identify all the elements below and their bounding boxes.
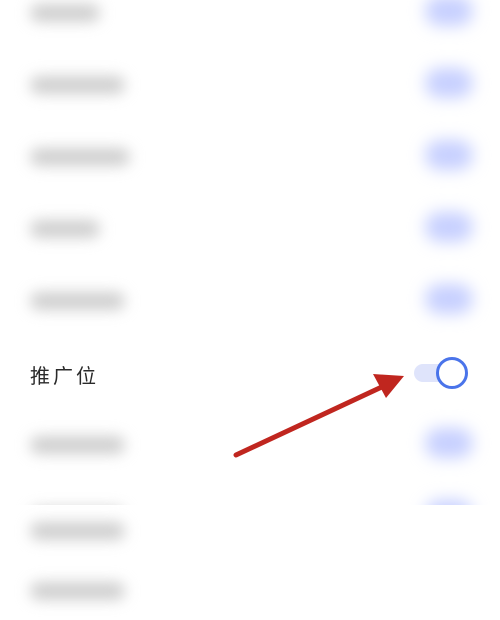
blurred-toggle (425, 68, 473, 98)
blurred-label (30, 4, 100, 22)
blurred-label (30, 522, 125, 540)
blurred-row (0, 560, 500, 620)
blurred-row (0, 198, 500, 258)
blurred-toggle (425, 140, 473, 170)
blurred-toggle (425, 212, 473, 242)
blurred-label (30, 582, 125, 600)
blurred-row (0, 126, 500, 186)
promotion-slot-toggle[interactable] (412, 355, 470, 391)
blurred-toggle (425, 284, 473, 314)
blurred-label (30, 292, 125, 310)
setting-label: 推广位 (30, 364, 99, 388)
blurred-row (0, 500, 500, 560)
blurred-label (30, 148, 130, 166)
settings-list: 推广位 (0, 0, 500, 602)
blurred-row (0, 414, 500, 474)
blurred-toggle (425, 0, 473, 26)
blurred-row (0, 0, 500, 42)
blurred-row (0, 270, 500, 330)
blurred-label (30, 436, 125, 454)
toggle-knob (436, 357, 468, 389)
blurred-toggle (425, 428, 473, 458)
blurred-label (30, 220, 100, 238)
blurred-row (0, 54, 500, 114)
blurred-label (30, 76, 125, 94)
